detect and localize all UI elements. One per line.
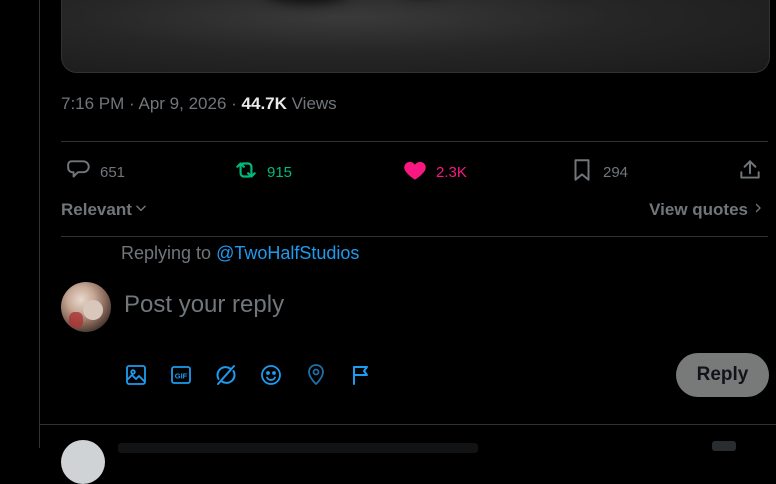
media-button[interactable] (124, 363, 148, 387)
replies-sort-dropdown[interactable]: Relevant (61, 200, 148, 220)
chevron-down-icon (134, 200, 148, 220)
like-action[interactable]: 2.3K (402, 158, 467, 186)
share-icon (737, 157, 763, 187)
grok-icon (214, 365, 238, 391)
emoji-icon (259, 365, 283, 391)
share-action[interactable] (737, 158, 763, 186)
left-column-border (39, 0, 40, 448)
flag-icon (349, 366, 373, 391)
heart-icon (402, 157, 428, 187)
like-count: 2.3K (436, 163, 467, 181)
tweet-meta: 7:16 PM · Apr 9, 2026 · 44.7K Views (61, 94, 337, 114)
view-quotes-label: View quotes (649, 200, 748, 219)
gif-icon: GIF (169, 366, 193, 391)
avatar-detail (69, 312, 83, 328)
replying-handle-link[interactable]: @TwoHalfStudios (216, 243, 359, 263)
meta-separator: · (231, 94, 242, 113)
next-reply-avatar[interactable] (61, 440, 105, 484)
repost-action[interactable]: 915 (233, 158, 292, 186)
divider (61, 236, 768, 237)
next-reply-header (118, 443, 478, 453)
location-button[interactable] (304, 363, 328, 387)
reply-count: 651 (100, 163, 126, 181)
reply-icon (66, 157, 92, 187)
grok-button[interactable] (214, 363, 238, 387)
views-count: 44.7K (241, 94, 287, 113)
replying-prefix: Replying to (121, 243, 212, 263)
avatar-detail (83, 300, 103, 320)
repost-count: 915 (267, 163, 293, 181)
media-shadow (262, 0, 352, 3)
view-quotes-link[interactable]: View quotes (649, 200, 764, 220)
gif-button[interactable]: GIF (169, 363, 193, 387)
reply-action[interactable]: 651 (66, 158, 125, 186)
replying-to: Replying to @TwoHalfStudios (121, 243, 359, 264)
avatar[interactable] (61, 282, 111, 332)
grok-icon[interactable] (712, 441, 736, 451)
media-image[interactable] (61, 0, 770, 73)
repost-icon (233, 157, 259, 187)
sort-label: Relevant (61, 200, 132, 219)
bookmark-action[interactable]: 294 (569, 158, 628, 186)
location-icon (304, 364, 328, 391)
bookmark-icon (569, 157, 595, 187)
svg-text:GIF: GIF (175, 372, 188, 381)
meta-separator: · (129, 94, 139, 113)
tweet-date[interactable]: Apr 9, 2026 (139, 94, 227, 113)
image-icon (124, 365, 148, 391)
chevron-right-icon (752, 200, 764, 220)
emoji-button[interactable] (259, 363, 283, 387)
reply-input[interactable] (122, 290, 646, 320)
views-label: Views (291, 94, 337, 113)
bookmark-count: 294 (603, 163, 629, 181)
flag-button[interactable] (349, 363, 373, 387)
reply-button[interactable]: Reply (676, 353, 769, 397)
divider (40, 424, 776, 425)
divider (61, 141, 768, 142)
tweet-time[interactable]: 7:16 PM (61, 94, 124, 113)
